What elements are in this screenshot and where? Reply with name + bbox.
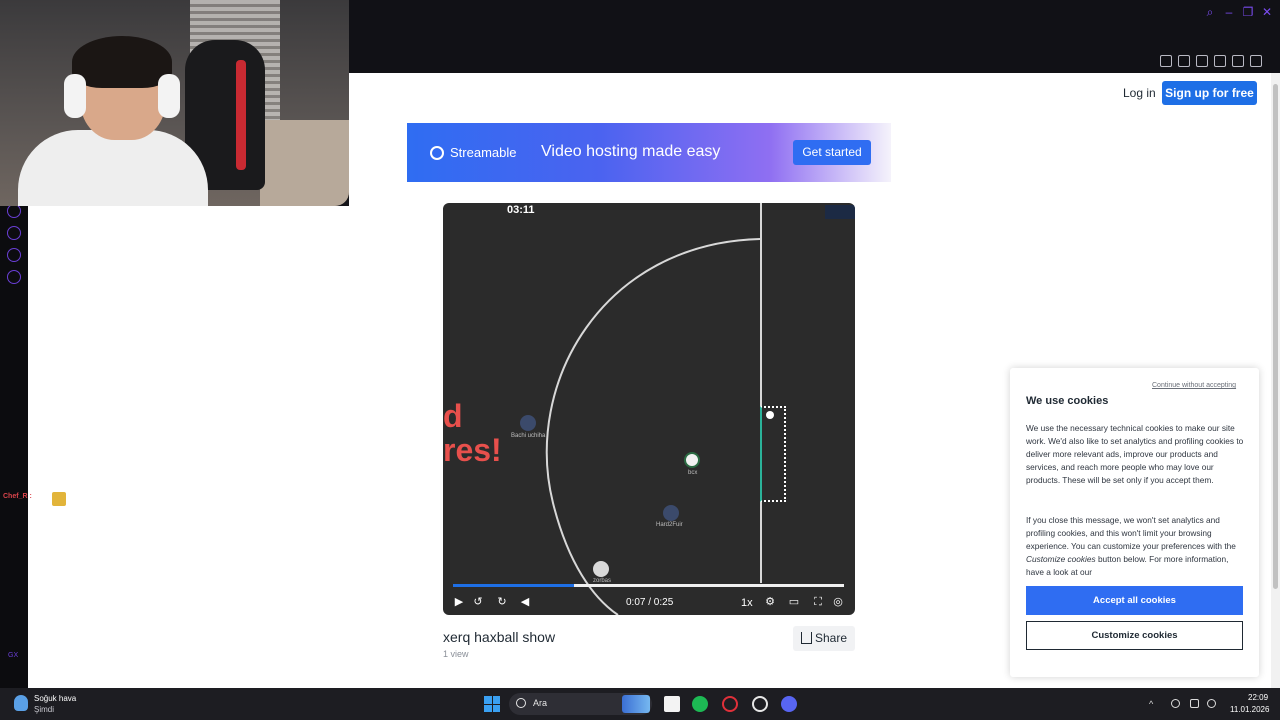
browser-toolbar xyxy=(349,24,1280,73)
player-dot xyxy=(684,452,700,468)
player-name: Bachi uchiha xyxy=(511,433,546,439)
webcam-overlay xyxy=(0,0,349,206)
bed xyxy=(260,120,349,206)
video-player[interactable] xyxy=(443,203,855,615)
view-count: 1 view xyxy=(443,649,469,659)
page-background-left xyxy=(28,206,349,688)
search-icon[interactable]: ⌕ xyxy=(1203,5,1217,19)
gx-label[interactable]: GX xyxy=(8,652,18,659)
player-dot xyxy=(663,505,679,521)
video-overlay-text: d xyxy=(443,398,463,434)
rewind-icon[interactable]: ↺ xyxy=(472,596,484,608)
time-readout: 0:07 / 0:25 xyxy=(626,597,674,608)
snapshot-icon[interactable] xyxy=(1178,55,1190,67)
heart-icon[interactable] xyxy=(1250,55,1262,67)
search-icon xyxy=(516,698,526,708)
banner-brand: Streamable xyxy=(450,145,517,160)
match-timer: 03:11 xyxy=(507,204,535,216)
chair-stripe xyxy=(236,60,246,170)
bookmark-icon[interactable] xyxy=(1160,55,1172,67)
customize-cookies-button[interactable]: Customize cookies xyxy=(1026,621,1243,650)
streamable-logo-icon[interactable]: ◎ xyxy=(832,596,844,608)
signup-button[interactable]: Sign up for free xyxy=(1162,81,1257,105)
cookie-paragraph: We use the necessary technical cookies t… xyxy=(1026,423,1244,485)
share-icon xyxy=(801,632,812,644)
discord-icon[interactable] xyxy=(781,696,797,712)
maximize-icon[interactable]: ❐ xyxy=(1241,5,1255,19)
play-icon[interactable] xyxy=(1232,55,1244,67)
volume-icon[interactable] xyxy=(1207,699,1216,708)
score-box xyxy=(825,205,855,219)
person-hair xyxy=(72,36,172,88)
person-body xyxy=(18,130,208,206)
opera-gx-icon[interactable] xyxy=(722,696,738,712)
translate-icon[interactable] xyxy=(1214,55,1226,67)
pitch-center-line xyxy=(760,203,762,583)
accept-all-cookies-button[interactable]: Accept all cookies xyxy=(1026,586,1243,615)
clock-time[interactable]: 22:09 xyxy=(1248,693,1268,702)
cookie-text: If you close this message, we won't set … xyxy=(1026,515,1236,551)
cookie-emphasis: Customize cookies xyxy=(1026,554,1096,564)
headphone-icon xyxy=(158,74,180,118)
steam-icon[interactable] xyxy=(752,696,768,712)
scrollbar-thumb[interactable] xyxy=(1273,84,1278,589)
get-started-button[interactable]: Get started xyxy=(793,140,871,165)
video-overlay-text: res! xyxy=(443,432,502,468)
browser-sidebar xyxy=(0,200,28,688)
search-placeholder: Ara xyxy=(533,698,548,708)
headphone-icon xyxy=(64,74,86,118)
pitch-arc xyxy=(545,238,761,615)
history-icon[interactable] xyxy=(7,226,21,240)
fullscreen-icon[interactable]: ⛶ xyxy=(812,596,824,608)
playback-speed[interactable]: 1x xyxy=(741,597,753,609)
microphone-icon[interactable] xyxy=(1171,699,1180,708)
sidebar-add-icon[interactable] xyxy=(7,204,21,218)
clock-date[interactable]: 11.01.2026 xyxy=(1230,705,1269,714)
minimize-icon[interactable]: – xyxy=(1222,5,1236,19)
search-highlight-image xyxy=(622,695,650,713)
continue-without-accepting-link[interactable]: Continue without accepting xyxy=(1152,382,1236,389)
pip-icon[interactable]: ▭ xyxy=(788,596,800,608)
weather-icon[interactable] xyxy=(14,695,28,711)
file-explorer-icon[interactable] xyxy=(664,696,680,712)
close-icon[interactable]: ✕ xyxy=(1260,5,1274,19)
chevron-up-icon[interactable]: ^ xyxy=(1149,699,1158,709)
play-icon[interactable]: ▶ xyxy=(453,596,465,608)
video-title: xerq haxball show xyxy=(443,629,556,645)
cookie-title: We use cookies xyxy=(1026,395,1109,407)
goal-post xyxy=(760,406,786,502)
extensions-icon[interactable] xyxy=(7,248,21,262)
weather-title[interactable]: Soğuk hava xyxy=(34,694,76,703)
login-link[interactable]: Log in xyxy=(1123,86,1156,100)
player-dot xyxy=(520,415,536,431)
banner-tagline: Video hosting made easy xyxy=(541,143,721,160)
progress-fill xyxy=(453,584,575,587)
cookie-paragraph: If you close this message, we won't set … xyxy=(1026,514,1244,579)
emote-icon xyxy=(52,492,66,506)
weather-subtitle[interactable]: Şimdi xyxy=(34,705,54,714)
network-icon[interactable] xyxy=(1190,699,1199,708)
settings-icon[interactable] xyxy=(7,270,21,284)
windows-start-icon[interactable] xyxy=(484,696,500,712)
player-name: Hard2Fuir xyxy=(656,522,683,528)
chat-username: Chef_R : xyxy=(3,493,32,500)
player-name: bcx xyxy=(688,470,698,476)
volume-icon[interactable]: ◀ xyxy=(519,596,531,608)
gear-icon[interactable]: ⚙ xyxy=(764,596,776,608)
spotify-icon[interactable] xyxy=(692,696,708,712)
streamable-logo-icon xyxy=(430,146,444,160)
player-dot xyxy=(593,561,609,577)
forward-icon[interactable]: ↻ xyxy=(496,596,508,608)
ball xyxy=(766,411,774,419)
shield-icon[interactable] xyxy=(1196,55,1208,67)
